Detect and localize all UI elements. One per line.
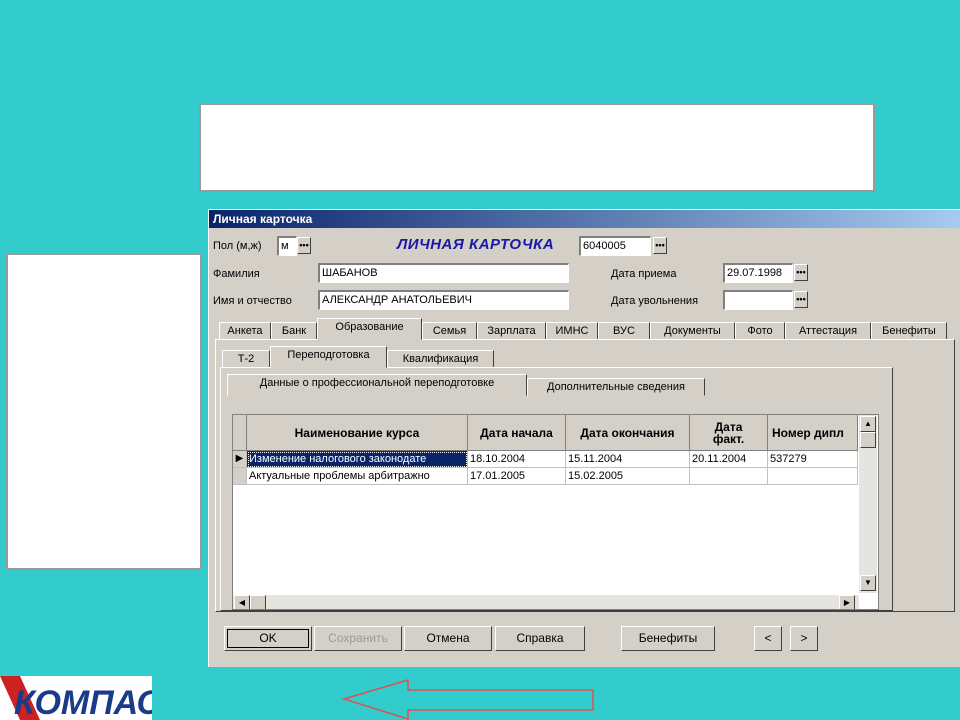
name-field[interactable]: АЛЕКСАНДР АНАТОЛЬЕВИЧ <box>318 290 569 310</box>
tab-attestation[interactable]: Аттестация <box>785 322 871 340</box>
name-label: Имя и отчество <box>213 295 292 307</box>
scroll-right-button[interactable]: ▶ <box>839 595 855 609</box>
tab-vus[interactable]: ВУС <box>598 322 650 340</box>
scroll-up-button[interactable]: ▲ <box>860 416 876 432</box>
tab-photo[interactable]: Фото <box>735 322 785 340</box>
left-arrow-icon <box>342 678 594 720</box>
left-blank-panel <box>6 253 202 570</box>
scroll-left-button[interactable]: ◀ <box>234 595 250 609</box>
save-button[interactable]: Сохранить <box>314 626 402 651</box>
gender-field[interactable]: м <box>277 236 297 256</box>
row-indicator[interactable] <box>233 468 247 485</box>
table-cell[interactable]: Актуальные проблемы арбитражно <box>247 468 468 485</box>
tab-salary[interactable]: Зарплата <box>477 322 546 340</box>
tab-qualification[interactable]: Квалификация <box>387 350 494 368</box>
table-cell[interactable]: 15.02.2005 <box>566 468 690 485</box>
tab-retraining[interactable]: Переподготовка <box>270 346 387 368</box>
table-cell[interactable]: 15.11.2004 <box>566 451 690 468</box>
prev-button[interactable]: < <box>754 626 782 651</box>
next-button[interactable]: > <box>790 626 818 651</box>
dismissal-date-label: Дата увольнения <box>611 295 699 307</box>
hire-date-field[interactable]: 29.07.1998 <box>723 263 793 283</box>
retraining-panel: Данные о профессиональной переподготовке… <box>220 367 893 611</box>
tab-imns[interactable]: ИМНС <box>546 322 598 340</box>
table-cell[interactable]: 20.11.2004 <box>690 451 768 468</box>
tab-additional-info[interactable]: Дополнительные сведения <box>527 378 705 396</box>
window-title: Личная карточка <box>209 210 960 228</box>
table-cell[interactable]: Изменение налогового законодате <box>247 451 468 468</box>
dismissal-date-field[interactable] <box>723 290 793 310</box>
scroll-thumb-vertical[interactable] <box>860 432 876 448</box>
cancel-button[interactable]: Отмена <box>404 626 492 651</box>
tab-education[interactable]: Образование <box>317 318 422 340</box>
tab-documents[interactable]: Документы <box>650 322 735 340</box>
logo-text: КОМПАС <box>14 684 152 720</box>
top-blank-panel <box>199 103 875 192</box>
tab-bank[interactable]: Банк <box>271 322 317 340</box>
gender-ellipsis-button[interactable]: ••• <box>297 237 311 254</box>
table-cell[interactable] <box>690 468 768 485</box>
card-number-ellipsis-button[interactable]: ••• <box>653 237 667 254</box>
table-cell[interactable] <box>768 468 858 485</box>
hire-date-label: Дата приема <box>611 268 677 280</box>
row-indicator[interactable]: ▶ <box>233 451 247 468</box>
card-number-field[interactable]: 6040005 <box>579 236 651 256</box>
tab-benefits[interactable]: Бенефиты <box>871 322 947 340</box>
grid-header-diploma-number[interactable]: Номер дипл <box>768 415 858 451</box>
ok-button[interactable]: OK <box>224 626 312 651</box>
personal-card-window: Личная карточка Пол (м,ж) м ••• ЛИЧНАЯ К… <box>208 209 960 667</box>
tab-t2[interactable]: Т-2 <box>222 350 270 368</box>
table-cell[interactable]: 18.10.2004 <box>468 451 566 468</box>
gender-label: Пол (м,ж) <box>213 240 262 252</box>
education-panel: Т-2 Переподготовка Квалификация Данные о… <box>215 339 955 612</box>
scroll-down-button[interactable]: ▼ <box>860 575 876 591</box>
table-cell[interactable]: 537279 <box>768 451 858 468</box>
benefits-button[interactable]: Бенефиты <box>621 626 715 651</box>
retraining-grid: Наименование курса Дата начала Дата окон… <box>232 414 879 610</box>
card-heading: ЛИЧНАЯ КАРТОЧКА <box>397 236 555 253</box>
grid-header-start-date[interactable]: Дата начала <box>468 415 566 451</box>
surname-label: Фамилия <box>213 268 260 280</box>
kompas-logo: КОМПАС <box>0 676 152 720</box>
tab-retraining-data[interactable]: Данные о профессиональной переподготовке <box>227 374 527 396</box>
dismissal-date-ellipsis-button[interactable]: ••• <box>794 291 808 308</box>
grid-header-end-date[interactable]: Дата окончания <box>566 415 690 451</box>
logo-mark-icon: КОМПАС <box>0 676 152 720</box>
grid-row-indicator-header <box>233 415 247 451</box>
table-cell[interactable]: 17.01.2005 <box>468 468 566 485</box>
grid-header-actual-date[interactable]: Дата факт. <box>690 415 768 451</box>
hire-date-ellipsis-button[interactable]: ••• <box>794 264 808 281</box>
tab-family[interactable]: Семья <box>422 322 477 340</box>
surname-field[interactable]: ШАБАНОВ <box>318 263 569 283</box>
help-button[interactable]: Справка <box>495 626 585 651</box>
scroll-thumb-horizontal[interactable] <box>250 595 266 609</box>
grid-header-course-name[interactable]: Наименование курса <box>247 415 468 451</box>
horizontal-scrollbar[interactable] <box>233 595 859 609</box>
tab-anketa[interactable]: Анкета <box>219 322 271 340</box>
